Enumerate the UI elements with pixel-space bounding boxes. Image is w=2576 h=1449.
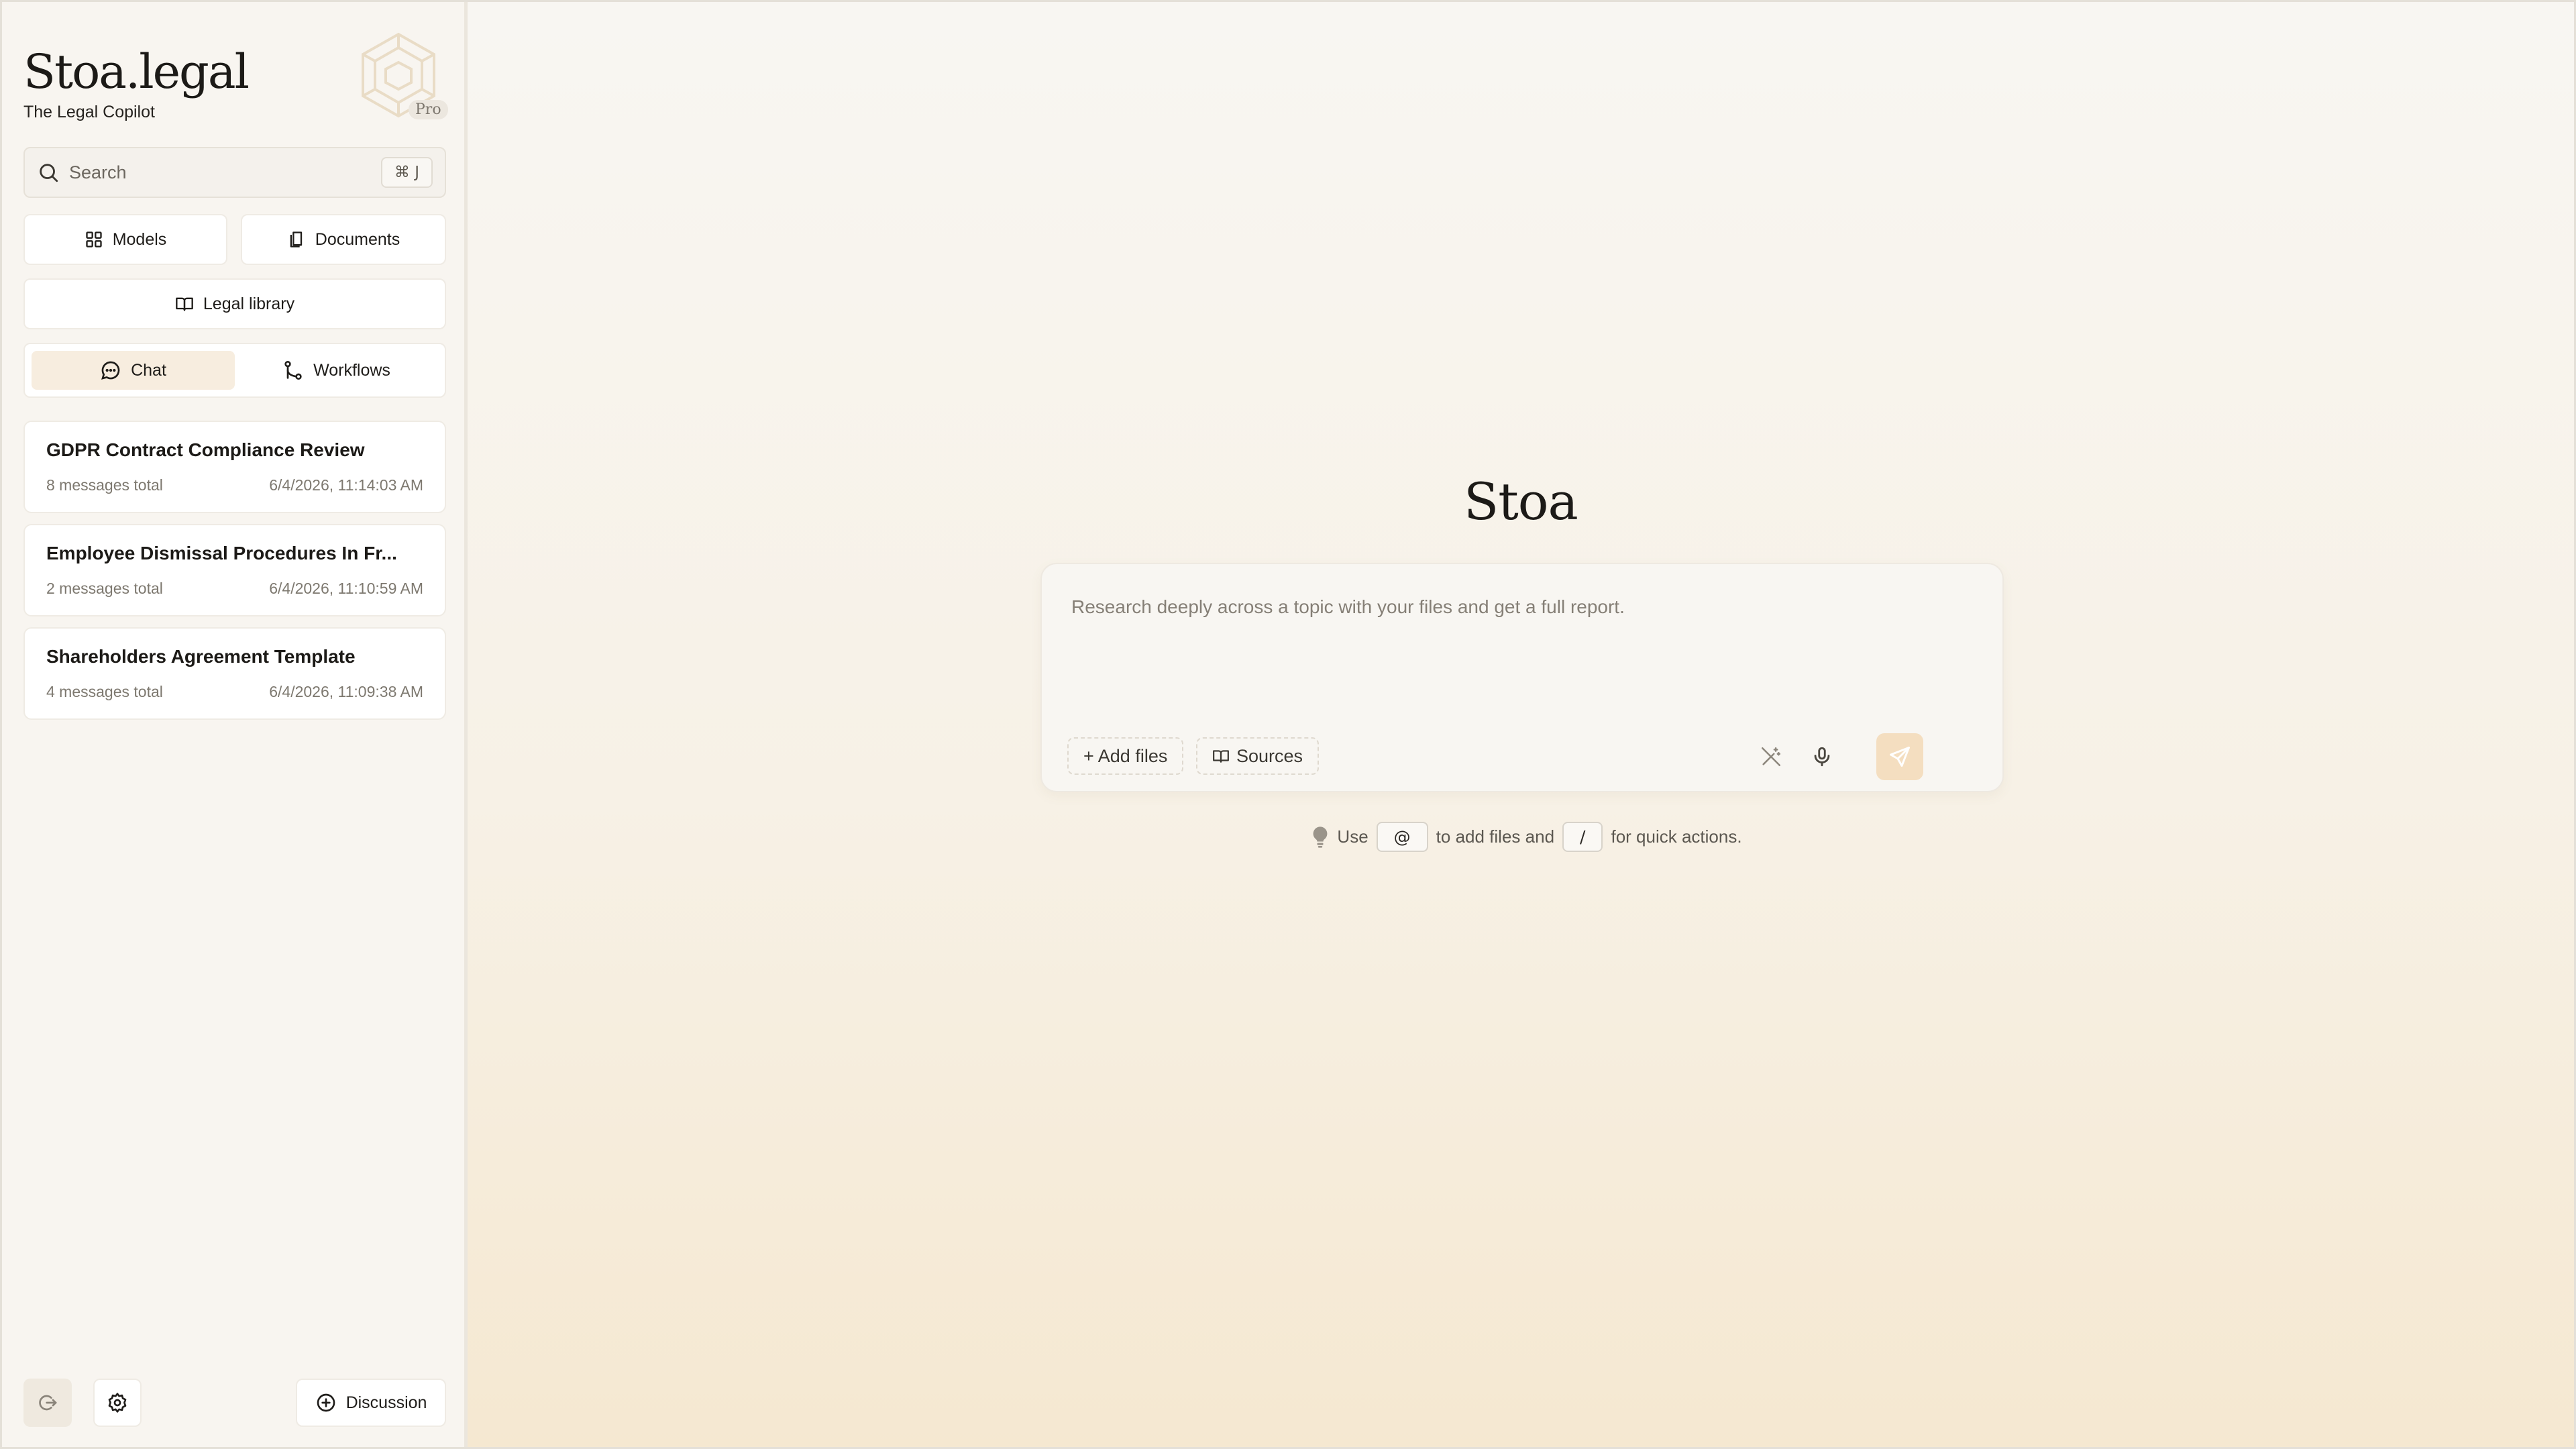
sources-label: Sources	[1236, 745, 1303, 766]
legal-library-label: Legal library	[203, 294, 295, 313]
settings-button[interactable]	[93, 1379, 142, 1427]
conversation-timestamp: 6/4/2026, 11:10:59 AM	[269, 580, 423, 597]
conversation-item[interactable]: GDPR Contract Compliance Review 8 messag…	[23, 421, 446, 513]
hint-end-text: for quick actions.	[1611, 826, 1742, 847]
conversation-title: GDPR Contract Compliance Review	[46, 439, 365, 460]
legal-library-button[interactable]: Legal library	[23, 278, 446, 329]
gear-icon	[108, 1393, 127, 1413]
send-button[interactable]	[1876, 733, 1923, 780]
add-files-button[interactable]: + Add files	[1067, 737, 1184, 775]
conversation-message-count: 4 messages total	[46, 683, 163, 700]
lightbulb-icon	[1313, 826, 1328, 848]
microphone-icon	[1814, 747, 1830, 767]
add-files-label: + Add files	[1083, 745, 1168, 766]
tab-workflows[interactable]: Workflows	[235, 351, 438, 390]
shortcut-hint: Use @ to add files and / for quick actio…	[468, 822, 2574, 852]
tab-chat[interactable]: Chat	[32, 351, 235, 390]
prompt-input[interactable]	[1071, 596, 1970, 677]
book-open-icon	[1213, 750, 1229, 763]
sources-button[interactable]: Sources	[1196, 737, 1320, 775]
document-icon	[290, 231, 302, 248]
search-icon	[40, 164, 58, 182]
magic-wand-off-icon	[1761, 747, 1781, 767]
voice-input-button[interactable]	[1805, 740, 1839, 773]
app-window: Stoa.legal The Legal Copilot Pro ⌘ J	[0, 0, 2576, 1449]
main-panel: Stoa + Add files Sources	[468, 2, 2574, 1447]
enhance-prompt-button[interactable]	[1754, 740, 1788, 773]
documents-label: Documents	[315, 229, 400, 249]
hint-use-text: Use	[1337, 826, 1368, 847]
conversation-title: Shareholders Agreement Template	[46, 646, 356, 667]
models-button[interactable]: Models	[23, 214, 227, 265]
conversation-item[interactable]: Employee Dismissal Procedures In Fr... 2…	[23, 524, 446, 616]
chat-bubble-icon	[101, 361, 120, 380]
hint-mid-text: to add files and	[1436, 826, 1555, 847]
conversation-timestamp: 6/4/2026, 11:09:38 AM	[269, 683, 423, 700]
plus-circle-icon	[317, 1393, 335, 1412]
workflow-branch-icon	[284, 361, 302, 380]
logout-button[interactable]	[23, 1379, 72, 1427]
conversation-list: GDPR Contract Compliance Review 8 messag…	[23, 421, 446, 731]
prompt-composer: + Add files Sources	[1040, 563, 2004, 792]
search-input[interactable]	[69, 162, 381, 183]
conversation-item[interactable]: Shareholders Agreement Template 4 messag…	[23, 627, 446, 720]
search-box[interactable]: ⌘ J	[23, 147, 446, 198]
logout-icon	[39, 1395, 57, 1411]
conversation-message-count: 8 messages total	[46, 476, 163, 494]
brand-subtitle: The Legal Copilot	[23, 103, 155, 121]
hint-at-key: @	[1376, 822, 1428, 852]
pro-badge: Pro	[409, 100, 448, 119]
chat-workflow-toggle: Chat Workflows	[23, 343, 446, 398]
brand: Stoa.legal The Legal Copilot	[23, 42, 250, 122]
search-shortcut-badge: ⌘ J	[380, 157, 433, 188]
book-open-icon	[176, 297, 193, 311]
new-discussion-button[interactable]: Discussion	[296, 1379, 446, 1427]
brand-title: Stoa.legal	[23, 44, 250, 99]
sidebar: Stoa.legal The Legal Copilot Pro ⌘ J	[2, 2, 468, 1447]
models-label: Models	[112, 229, 167, 249]
tab-workflows-label: Workflows	[313, 360, 390, 380]
grid-icon	[86, 231, 102, 248]
new-discussion-label: Discussion	[345, 1393, 427, 1412]
documents-button[interactable]: Documents	[241, 214, 446, 265]
conversation-title: Employee Dismissal Procedures In Fr...	[46, 543, 397, 564]
send-plane-icon	[1890, 747, 1910, 767]
tab-chat-label: Chat	[131, 360, 166, 380]
main-title: Stoa	[1464, 472, 1578, 531]
hint-slash-key: /	[1562, 822, 1603, 852]
conversation-timestamp: 6/4/2026, 11:14:03 AM	[269, 476, 423, 494]
conversation-message-count: 2 messages total	[46, 580, 163, 597]
